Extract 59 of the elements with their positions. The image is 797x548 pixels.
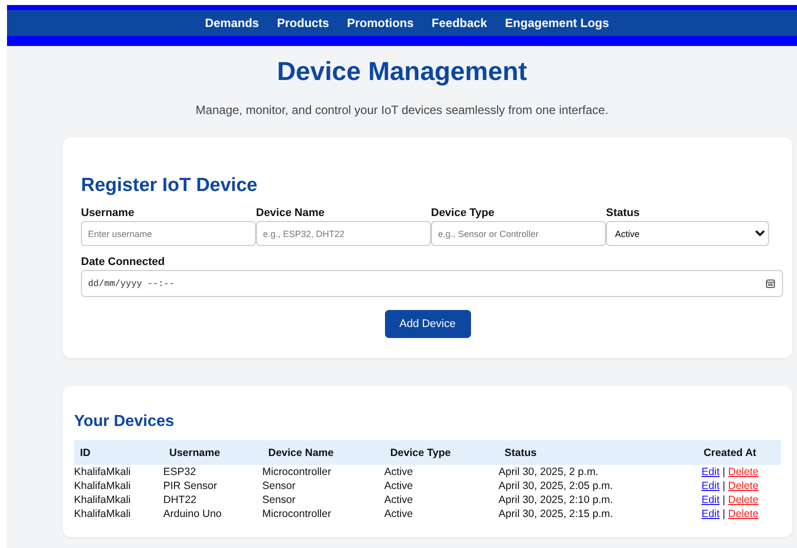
delete-link[interactable]: Delete: [728, 480, 758, 492]
table-cell-text: DHT22: [163, 493, 198, 507]
delete-link[interactable]: Delete: [728, 508, 758, 520]
edit-link[interactable]: Edit: [701, 494, 720, 506]
table-cell: KhalifaMkali: [74, 465, 164, 479]
link-separator: |: [722, 480, 726, 492]
link-separator: |: [722, 508, 726, 520]
page-title: Device Management: [276, 56, 528, 87]
table-cell: Sensor: [262, 493, 384, 507]
nav-link[interactable]: Engagement Logs: [505, 16, 610, 30]
delete-link[interactable]: Delete: [728, 494, 758, 506]
table-cell: Active: [384, 465, 499, 479]
table-cell-text: April 30, 2025, 2:05 p.m.: [498, 479, 614, 493]
table-cell-text: KhalifaMkali: [74, 479, 132, 493]
nav-link[interactable]: Demands: [204, 16, 259, 30]
link-separator: |: [722, 466, 726, 478]
table-cell: Active: [384, 479, 499, 493]
column-header: Device Name: [262, 440, 384, 465]
nav-link[interactable]: Promotions: [347, 16, 414, 30]
table-cell: Microcontroller: [262, 465, 384, 479]
table-cell: KhalifaMkali: [74, 507, 164, 521]
table-cell-text: Arduino Uno: [163, 507, 223, 521]
table-cell: Active: [384, 493, 499, 507]
table-cell-text: April 30, 2025, 2:10 p.m.: [498, 493, 614, 507]
text-field[interactable]: e.g., ESP32, DHT22: [256, 221, 431, 246]
devices-title: Your Devices: [74, 413, 176, 431]
column-header: Username: [163, 440, 262, 465]
field-label: Device Name: [256, 207, 326, 219]
column-header: Created At: [678, 440, 781, 465]
page-subtitle: Manage, monitor, and control your IoT devices seamlessly from one interface.: [194, 103, 610, 117]
text-field[interactable]: e.g., Sensor or Controller: [431, 221, 606, 246]
nav-link[interactable]: Feedback: [432, 16, 488, 30]
edit-link[interactable]: Edit: [701, 466, 720, 478]
edit-link[interactable]: Edit: [701, 508, 720, 520]
field-label: Date Connected: [81, 256, 166, 268]
nav-link[interactable]: Products: [276, 16, 329, 30]
table-cell: Microcontroller: [262, 507, 384, 521]
text-field[interactable]: Enter username: [81, 221, 256, 246]
column-header: Status: [498, 440, 679, 465]
delete-link[interactable]: Delete: [728, 466, 758, 478]
table-cell: ESP32: [163, 465, 262, 479]
edit-link[interactable]: Edit: [701, 480, 720, 492]
table-cell-text: KhalifaMkali: [74, 493, 132, 507]
table-cell: Active: [384, 507, 499, 521]
field-label: Device Type: [431, 207, 496, 219]
status-select[interactable]: Active: [606, 221, 769, 246]
calendar-icon[interactable]: [766, 279, 775, 288]
form-title: Register IoT Device: [81, 175, 258, 197]
table-cell: April 30, 2025, 2 p.m.: [498, 465, 679, 479]
column-header: ID: [74, 440, 164, 465]
field-label: Username: [81, 207, 136, 219]
date-field[interactable]: dd/mm/yyyy --:--: [81, 270, 783, 297]
table-cell-text: PIR Sensor: [163, 479, 218, 493]
table-cell-text: April 30, 2025, 2:15 p.m.: [498, 507, 614, 521]
add-device-button[interactable]: Add Device: [384, 310, 470, 338]
column-header: Device Type: [384, 440, 499, 465]
table-cell: Sensor: [262, 479, 384, 493]
field-label: Status: [606, 207, 641, 219]
link-separator: |: [722, 494, 726, 506]
